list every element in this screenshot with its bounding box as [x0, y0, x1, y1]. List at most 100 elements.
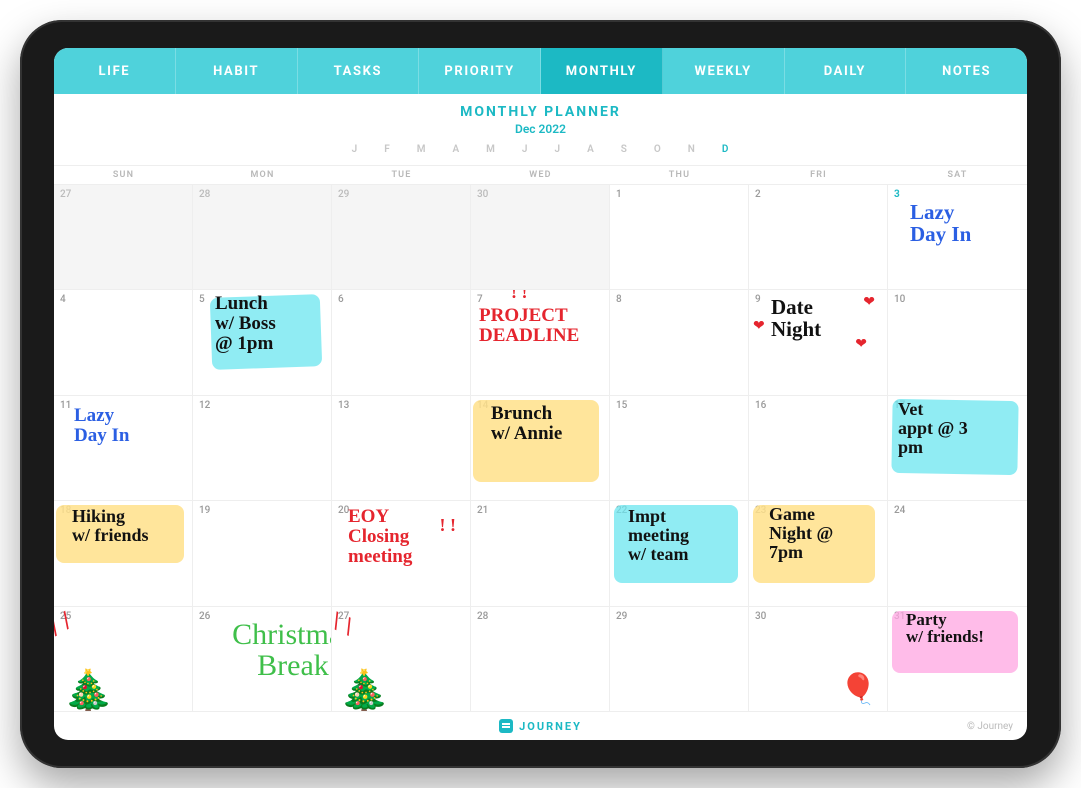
month-letter[interactable]: A [587, 144, 595, 155]
calendar-cell[interactable]: 4 [54, 290, 193, 395]
exclaim-icon: ! ! [511, 290, 528, 303]
calendar-cell[interactable]: 18 Hiking w/ friends [54, 501, 193, 606]
note-vet-appt: Vet appt @ 3 pm [898, 400, 968, 457]
calendar-cell[interactable]: 3Lazy Day In [888, 185, 1027, 290]
exclaim-icon: ! ! [440, 515, 457, 536]
note-date-night: Date Night [771, 296, 821, 340]
brand-label: JOURNEY [519, 720, 582, 733]
date-number: 7 [477, 294, 603, 305]
calendar-cell[interactable]: 29 [332, 185, 471, 290]
calendar-cell[interactable]: 7! ! PROJECT DEADLINE [471, 290, 610, 395]
page-title: MONTHLY PLANNER [54, 104, 1027, 120]
calendar-cell[interactable]: 28 [471, 607, 610, 712]
footer: JOURNEY © Journey [54, 712, 1027, 740]
date-number: 12 [199, 400, 325, 411]
tab-habit[interactable]: HABIT [176, 48, 298, 94]
tree-icon: 🎄 [62, 668, 114, 712]
date-number: 27 [60, 189, 186, 200]
note-eoy-meeting: EOY Closing meeting [348, 507, 412, 567]
calendar-cell[interactable]: 17 Vet appt @ 3 pm [888, 396, 1027, 501]
note-lunch-boss: Lunch w/ Boss @ 1pm [215, 294, 276, 354]
tab-notes[interactable]: NOTES [906, 48, 1027, 94]
tablet-frame: LIFEHABITTASKSPRIORITYMONTHLYWEEKLYDAILY… [20, 20, 1061, 768]
calendar-cell[interactable]: 24 [888, 501, 1027, 606]
month-letter[interactable]: M [417, 144, 427, 155]
tab-daily[interactable]: DAILY [785, 48, 907, 94]
note-brunch-annie: Brunch w/ Annie [491, 404, 562, 444]
calendar-cell[interactable]: 27\ \ 🎄 [332, 607, 471, 712]
tab-monthly[interactable]: MONTHLY [541, 48, 663, 94]
month-letter[interactable]: J [352, 144, 359, 155]
note-game-night: Game Night @ 7pm [769, 505, 833, 562]
balloon-icon: 🎈 [840, 672, 877, 707]
date-number: 3 [894, 189, 1021, 200]
calendar-cell[interactable]: 12 [193, 396, 332, 501]
calendar-cell[interactable]: 1 [610, 185, 749, 290]
calendar-cell[interactable]: 6 [332, 290, 471, 395]
calendar-cell[interactable]: 30 🎈 [749, 607, 888, 712]
month-letter[interactable]: A [452, 144, 460, 155]
day-of-week-label: TUE [332, 166, 471, 184]
month-letter[interactable]: N [688, 144, 696, 155]
calendar-cell[interactable]: 15 [610, 396, 749, 501]
calendar-cell[interactable]: 8 [610, 290, 749, 395]
calendar-cell[interactable]: 28 [193, 185, 332, 290]
app-screen: LIFEHABITTASKSPRIORITYMONTHLYWEEKLYDAILY… [54, 48, 1027, 740]
date-number: 16 [755, 400, 881, 411]
note-party: Party w/ friends! [906, 611, 984, 647]
date-number: 28 [199, 189, 325, 200]
day-of-week-label: THU [610, 166, 749, 184]
calendar-cell[interactable]: 16 [749, 396, 888, 501]
month-letter[interactable]: J [522, 144, 529, 155]
month-letter[interactable]: M [486, 144, 496, 155]
day-of-week-label: SAT [888, 166, 1027, 184]
calendar-cell[interactable]: 9Date Night ❤ ❤ ❤ [749, 290, 888, 395]
calendar-cell[interactable]: 10 [888, 290, 1027, 395]
note-lazy-day-in-2: Lazy Day In [74, 406, 129, 446]
month-letter[interactable]: F [384, 144, 391, 155]
tab-tasks[interactable]: TASKS [298, 48, 420, 94]
calendar-cell[interactable]: 21 [471, 501, 610, 606]
calendar-cell[interactable]: 22 Impt meeting w/ team [610, 501, 749, 606]
note-hiking: Hiking w/ friends [72, 507, 149, 545]
date-number: 24 [894, 505, 1021, 516]
calendar-cell[interactable]: 27 [54, 185, 193, 290]
tree-icon: 🎄 [338, 668, 390, 712]
month-letter[interactable]: S [621, 144, 628, 155]
tab-life[interactable]: LIFE [54, 48, 176, 94]
note-impt-meeting: Impt meeting w/ team [628, 507, 689, 564]
date-number: 29 [338, 189, 464, 200]
month-letter[interactable]: O [654, 144, 662, 155]
calendar-cell[interactable]: 11Lazy Day In [54, 396, 193, 501]
day-of-week-label: SUN [54, 166, 193, 184]
calendar-cell[interactable]: 14 Brunch w/ Annie [471, 396, 610, 501]
date-number: 2 [755, 189, 881, 200]
date-number: 30 [755, 611, 881, 622]
note-project-deadline: PROJECT DEADLINE [479, 306, 579, 346]
calendar-cell[interactable]: 2 [749, 185, 888, 290]
date-number: 6 [338, 294, 464, 305]
note-lazy-day-in: Lazy Day In [910, 201, 971, 245]
journey-logo-icon [499, 719, 513, 733]
calendar-cell[interactable]: 19 [193, 501, 332, 606]
calendar-cell[interactable]: 5 Lunch w/ Boss @ 1pm [193, 290, 332, 395]
month-letter[interactable]: D [722, 144, 730, 155]
month-strip: JFMAMJJASOND [54, 136, 1027, 161]
calendar-cell[interactable]: 26Christmas Break [193, 607, 332, 712]
calendar-cell[interactable]: 29 [610, 607, 749, 712]
calendar-cell[interactable]: 31 Party w/ friends! [888, 607, 1027, 712]
tab-priority[interactable]: PRIORITY [419, 48, 541, 94]
calendar-grid: 27282930123Lazy Day In45 Lunch w/ Boss @… [54, 184, 1027, 712]
calendar-cell[interactable]: 20EOY Closing meeting ! ! [332, 501, 471, 606]
date-number: 29 [616, 611, 742, 622]
calendar-cell[interactable]: 13 [332, 396, 471, 501]
calendar-cell[interactable]: 25/ / 🎄 [54, 607, 193, 712]
date-number: 25 [60, 611, 186, 622]
calendar-cell[interactable]: 30 [471, 185, 610, 290]
tab-weekly[interactable]: WEEKLY [663, 48, 785, 94]
date-number: 19 [199, 505, 325, 516]
calendar-cell[interactable]: 23 Game Night @ 7pm [749, 501, 888, 606]
month-letter[interactable]: J [554, 144, 561, 155]
heart-icon: ❤ [753, 318, 765, 334]
heart-icon: ❤ [863, 294, 875, 310]
